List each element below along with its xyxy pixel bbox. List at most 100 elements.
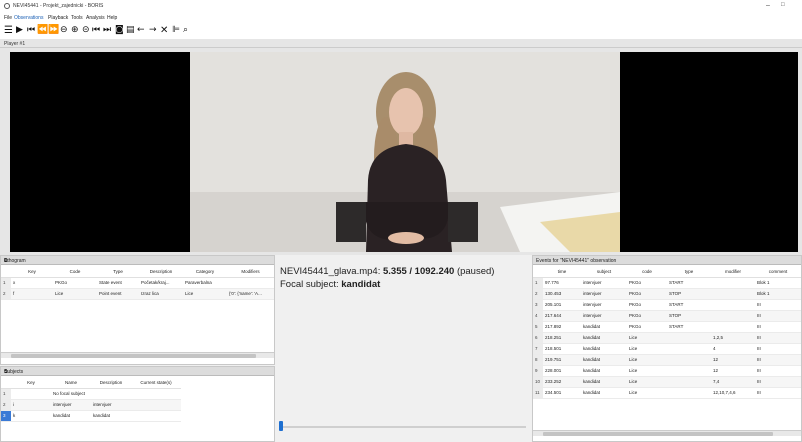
col-key[interactable]: Key bbox=[11, 267, 53, 278]
cell-code: Lice bbox=[627, 365, 667, 377]
col-category[interactable]: Category bbox=[183, 267, 227, 278]
events-hscrollbar[interactable] bbox=[533, 430, 801, 436]
cell-name: kandidat bbox=[51, 410, 91, 422]
play-icon[interactable]: ▶ bbox=[16, 24, 23, 37]
col-modifier[interactable]: modifier bbox=[711, 267, 755, 278]
video-frame[interactable] bbox=[190, 52, 620, 252]
skip-start-icon[interactable]: ⏮ bbox=[27, 24, 35, 37]
row-num-header bbox=[1, 378, 11, 389]
table-row[interactable]: 1 x PKGo State event Početak/kraj... Par… bbox=[1, 277, 274, 289]
title-bar: NEVI45441 - Projekt_zajednicki - BORIS –… bbox=[0, 0, 802, 13]
cell-subject: intervjuer bbox=[581, 310, 627, 322]
table-row[interactable]: 11 234.501 kandidat Lice 12,10,7,4,6 III bbox=[533, 387, 801, 399]
table-row[interactable]: 1 No focal subject bbox=[1, 388, 181, 400]
table-row[interactable]: 2 i intervjuer intervjuer bbox=[1, 399, 181, 411]
cell-code: Lice bbox=[627, 343, 667, 355]
cell-modifier bbox=[711, 321, 755, 333]
arrow-right-icon[interactable]: → bbox=[149, 24, 157, 37]
cell-num: 7 bbox=[533, 343, 543, 355]
minimize-icon[interactable]: – bbox=[766, 2, 770, 9]
zoom-in-circle-icon[interactable]: ⊕ bbox=[71, 24, 79, 37]
cell-comment: Blok 1 bbox=[755, 277, 801, 289]
col-current-state[interactable]: Current state(s) bbox=[131, 378, 181, 389]
maximize-icon[interactable]: □ bbox=[781, 2, 785, 8]
cell-comment: III bbox=[755, 310, 801, 322]
cell-num: 11 bbox=[533, 387, 543, 399]
col-code[interactable]: code bbox=[627, 267, 667, 278]
cell-modifier: 4 bbox=[711, 343, 755, 355]
frame-icon[interactable]: ▤ bbox=[126, 24, 135, 37]
float-icon[interactable]: ⧉ bbox=[4, 369, 271, 375]
arrow-left-icon[interactable]: ← bbox=[137, 24, 145, 37]
table-row[interactable]: 1 97.776 intervjuer PKGo START Blok 1 bbox=[533, 277, 801, 289]
cell-type bbox=[667, 365, 711, 377]
cell-type: STOP bbox=[667, 288, 711, 300]
table-row[interactable]: 9 228.001 kandidat Lice 12 III bbox=[533, 365, 801, 377]
row-number: 1 bbox=[1, 277, 11, 289]
table-row[interactable]: 7 218.501 kandidat Lice 4 III bbox=[533, 343, 801, 355]
table-row[interactable]: 2 130.453 intervjuer PKGo STOP Blok 1 bbox=[533, 288, 801, 300]
scrollbar-thumb[interactable] bbox=[11, 354, 256, 358]
scrollbar-thumb[interactable] bbox=[543, 432, 773, 436]
table-row[interactable]: 5 217.892 kandidat PKGo START III bbox=[533, 321, 801, 333]
col-type[interactable]: Type bbox=[97, 267, 139, 278]
ethogram-hscrollbar[interactable] bbox=[1, 352, 274, 358]
table-row[interactable]: 3 205.101 intervjuer PKGo START III bbox=[533, 299, 801, 311]
cell-time: 218.501 bbox=[543, 343, 581, 355]
menu-file[interactable]: File bbox=[4, 15, 12, 21]
minus-circle-icon[interactable]: ⊝ bbox=[82, 24, 90, 37]
table-row[interactable]: 8 219.751 kandidat Lice 12 III bbox=[533, 354, 801, 366]
col-name[interactable]: Name bbox=[51, 378, 91, 389]
fast-forward-icon[interactable]: ⏩ bbox=[48, 24, 59, 37]
cell-modifier: 7,4 bbox=[711, 376, 755, 388]
camera-icon[interactable]: ◙ bbox=[115, 24, 124, 37]
list-menu-icon[interactable]: ☰ bbox=[4, 24, 13, 37]
close-x-icon[interactable]: ✕ bbox=[160, 24, 168, 37]
cell-code: PKGo bbox=[627, 277, 667, 289]
menu-help[interactable]: Help bbox=[107, 15, 117, 21]
float-icon[interactable]: ⧉ bbox=[4, 258, 271, 264]
search-icon[interactable]: ⌕ bbox=[183, 24, 188, 37]
cell-modifier bbox=[711, 288, 755, 300]
menu-tools[interactable]: Tools bbox=[71, 15, 83, 21]
table-row[interactable]: 4 217.644 intervjuer PKGo STOP III bbox=[533, 310, 801, 322]
table-row-selected[interactable]: 3 k kandidat kandidat bbox=[1, 410, 181, 422]
cell-modifier bbox=[711, 277, 755, 289]
cell-code: Lice bbox=[627, 332, 667, 344]
menu-observations[interactable]: Observations bbox=[14, 15, 43, 21]
menu-playback[interactable]: Playback bbox=[48, 15, 68, 21]
menu-analysis[interactable]: Analysis bbox=[86, 15, 105, 21]
rewind-icon[interactable]: ⏪ bbox=[37, 24, 48, 37]
col-modifiers[interactable]: Modifiers bbox=[227, 267, 274, 278]
col-description[interactable]: Description bbox=[91, 378, 131, 389]
cell-type bbox=[667, 376, 711, 388]
jump-back-icon[interactable]: ⏮ bbox=[92, 24, 100, 37]
cell-subject: kandidat bbox=[581, 376, 627, 388]
col-comment[interactable]: comment bbox=[755, 267, 801, 278]
cell-key bbox=[11, 388, 51, 400]
jump-forward-icon[interactable]: ⏭ bbox=[103, 24, 111, 37]
video-right-bar bbox=[620, 52, 798, 252]
cell-modifier: 12 bbox=[711, 354, 755, 366]
col-description[interactable]: Description bbox=[139, 267, 183, 278]
table-row[interactable]: 2 f Lice Point event Izraz lica Lice {'0… bbox=[1, 288, 274, 300]
events-panel: Events for "NEVI45441" observation time … bbox=[532, 255, 802, 442]
table-row[interactable]: 10 233.252 kandidat Lice 7,4 III bbox=[533, 376, 801, 388]
table-row[interactable]: 6 218.251 kandidat Lice 1,2,5 III bbox=[533, 332, 801, 344]
cell-subject: kandidat bbox=[581, 332, 627, 344]
cell-comment: III bbox=[755, 299, 801, 311]
cell-code: Lice bbox=[627, 354, 667, 366]
col-subject[interactable]: subject bbox=[581, 267, 627, 278]
cell-description: intervjuer bbox=[91, 399, 131, 411]
col-key[interactable]: Key bbox=[11, 378, 51, 389]
col-code[interactable]: Code bbox=[53, 267, 97, 278]
focal-subject-readout: Focal subject: kandidat bbox=[280, 279, 380, 290]
align-icon[interactable]: ⊫ bbox=[172, 24, 180, 37]
playback-slider-handle[interactable] bbox=[279, 421, 284, 431]
col-type[interactable]: type bbox=[667, 267, 711, 278]
zoom-out-circle-icon[interactable]: ⊖ bbox=[60, 24, 68, 37]
focal-subject-value: kandidat bbox=[341, 279, 381, 290]
playback-slider[interactable] bbox=[280, 426, 526, 428]
col-time[interactable]: time bbox=[543, 267, 581, 278]
cell-time: 217.892 bbox=[543, 321, 581, 333]
